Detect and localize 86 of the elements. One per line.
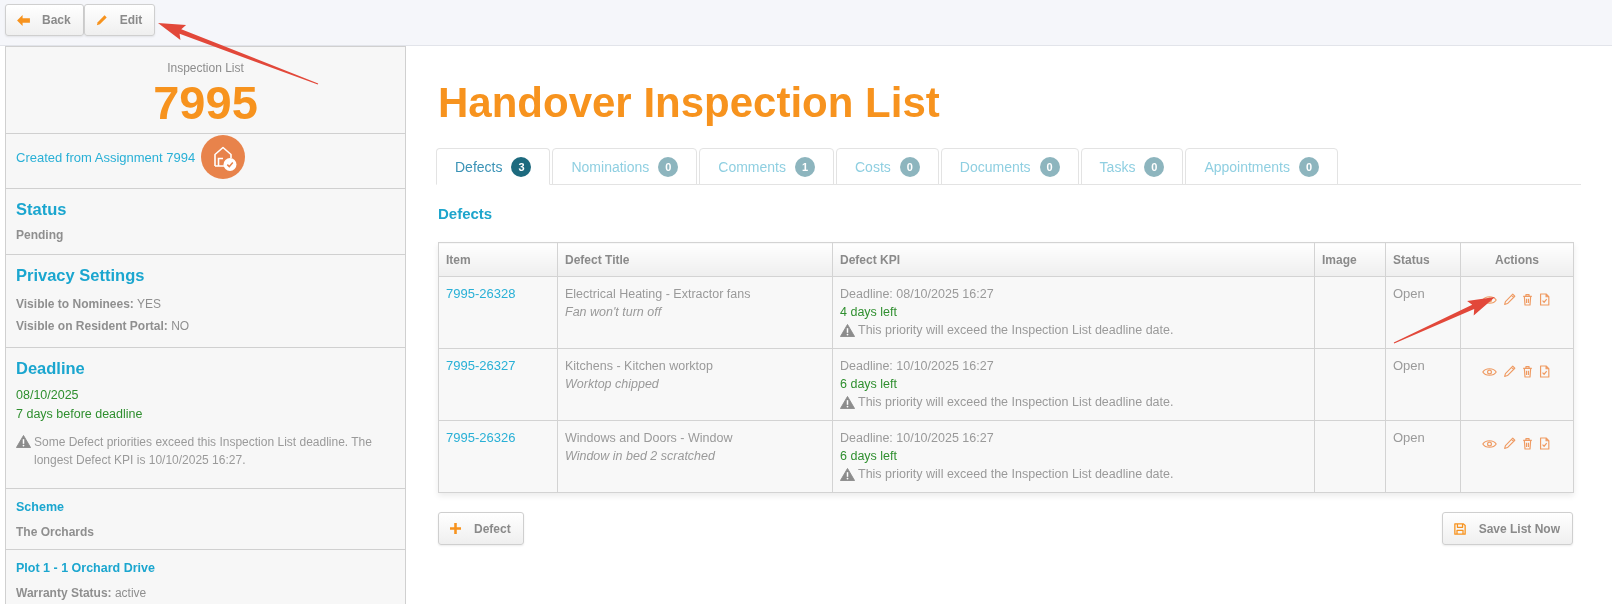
page-title: Handover Inspection List [438, 80, 940, 126]
field-label: Visible to Nominees: [16, 297, 134, 311]
warning-icon [840, 467, 855, 481]
warning-icon [840, 323, 855, 337]
warning-icon [840, 395, 855, 409]
assignment-link[interactable]: Created from Assignment 7994 [16, 149, 196, 165]
field-value: NO [171, 319, 190, 333]
deadline-text: 08/10/2025 [16, 387, 79, 404]
column-header: Actions [1460, 242, 1574, 277]
item-link[interactable]: 7995-26326 [446, 430, 516, 445]
defect-description: Window in bed 2 scratched [565, 448, 717, 465]
plus-icon [450, 523, 461, 534]
file-check-icon[interactable] [1539, 437, 1550, 450]
warning-text: This priority will exceed the Inspection List deadline date. [858, 322, 1174, 339]
arrow-left-icon [17, 14, 30, 26]
count-badge: 1 [795, 156, 815, 177]
section-heading: Status [16, 199, 67, 219]
defect-title: Electrical Heating - Extractor fans [565, 286, 752, 303]
pencil-icon [95, 14, 108, 26]
item-link[interactable]: 7995-26328 [446, 286, 516, 301]
inspection-list-number: 7995 [153, 78, 258, 128]
section-heading: Scheme [16, 499, 64, 515]
warning-icon [16, 435, 31, 448]
field-label: Warranty Status: [16, 586, 112, 600]
trash-icon[interactable] [1522, 437, 1533, 450]
tab[interactable]: Costs 0 [836, 148, 939, 185]
tab[interactable]: Appointments 0 [1185, 148, 1338, 185]
deadline-text: 7 days before deadline [16, 406, 143, 423]
edit-button[interactable]: Edit [83, 4, 156, 36]
house-check-icon [201, 135, 246, 179]
defect-description: Worktop chipped [565, 376, 660, 393]
inspection-list-caption: Inspection List [167, 60, 244, 76]
section-heading: Privacy Settings [16, 265, 145, 285]
column-header: Image [1314, 242, 1386, 277]
eye-icon[interactable] [1482, 438, 1497, 449]
file-check-icon[interactable] [1539, 365, 1550, 378]
item-link[interactable]: 7995-26327 [446, 358, 516, 373]
status-cell: Open [1385, 420, 1461, 493]
field-label: Visible on Resident Portal: [16, 319, 168, 333]
warning-text: Some Defect priorities exceed this Inspection List deadline. The longest Defect KPI is 10/10/2025 16:27. [34, 434, 373, 469]
deadline-text: Deadline: 10/10/2025 16:27 [840, 358, 995, 375]
eye-icon[interactable] [1482, 366, 1497, 377]
deadline-text: Deadline: 10/10/2025 16:27 [840, 430, 995, 447]
count-badge: 3 [511, 156, 532, 177]
section-heading: Defects [438, 205, 493, 223]
save-icon [1453, 522, 1466, 535]
column-header: Defect KPI [832, 242, 1315, 277]
defect-title: Kitchens - Kitchen worktop [565, 358, 714, 375]
add-defect-button[interactable]: Defect [438, 512, 524, 545]
days-left-text: 6 days left [840, 448, 898, 465]
trash-icon[interactable] [1522, 365, 1533, 378]
tab[interactable]: Nominations 0 [552, 148, 698, 185]
tab[interactable]: Tasks 0 [1080, 148, 1184, 185]
status-cell: Open [1385, 276, 1461, 349]
days-left-text: 6 days left [840, 376, 898, 393]
defect-description: Fan won't turn off [565, 304, 664, 321]
field-value: YES [136, 297, 161, 311]
pencil-icon[interactable] [1503, 293, 1516, 306]
count-badge: 0 [1144, 156, 1165, 177]
tab[interactable]: Documents 0 [940, 148, 1079, 185]
deadline-text: Deadline: 08/10/2025 16:27 [840, 286, 995, 303]
save-list-button[interactable]: Save List Now [1441, 512, 1573, 545]
tab[interactable]: Comments 1 [699, 148, 834, 185]
count-badge: 0 [899, 156, 920, 177]
tab[interactable]: Defects 3 [436, 148, 551, 185]
back-button[interactable]: Back [5, 4, 84, 36]
section-heading: Plot 1 - 1 Orchard Drive [16, 560, 155, 576]
file-check-icon[interactable] [1539, 293, 1550, 306]
warning-text: This priority will exceed the Inspection List deadline date. [858, 394, 1174, 411]
defect-title: Windows and Doors - Window [565, 430, 734, 447]
field-value: active [114, 586, 147, 600]
column-header: Defect Title [557, 242, 833, 277]
section-value: Pending [16, 227, 64, 244]
status-cell: Open [1385, 348, 1461, 421]
pencil-icon[interactable] [1503, 365, 1516, 378]
count-badge: 0 [1039, 156, 1060, 177]
column-header: Status [1385, 242, 1461, 277]
days-left-text: 4 days left [840, 304, 898, 321]
count-badge: 0 [658, 156, 679, 177]
section-value: The Orchards [16, 524, 95, 541]
warning-text: This priority will exceed the Inspection List deadline date. [858, 466, 1174, 483]
section-heading: Deadline [16, 358, 85, 378]
column-header: Item [438, 242, 558, 277]
trash-icon[interactable] [1522, 293, 1533, 306]
pencil-icon[interactable] [1503, 437, 1516, 450]
count-badge: 0 [1299, 156, 1319, 177]
